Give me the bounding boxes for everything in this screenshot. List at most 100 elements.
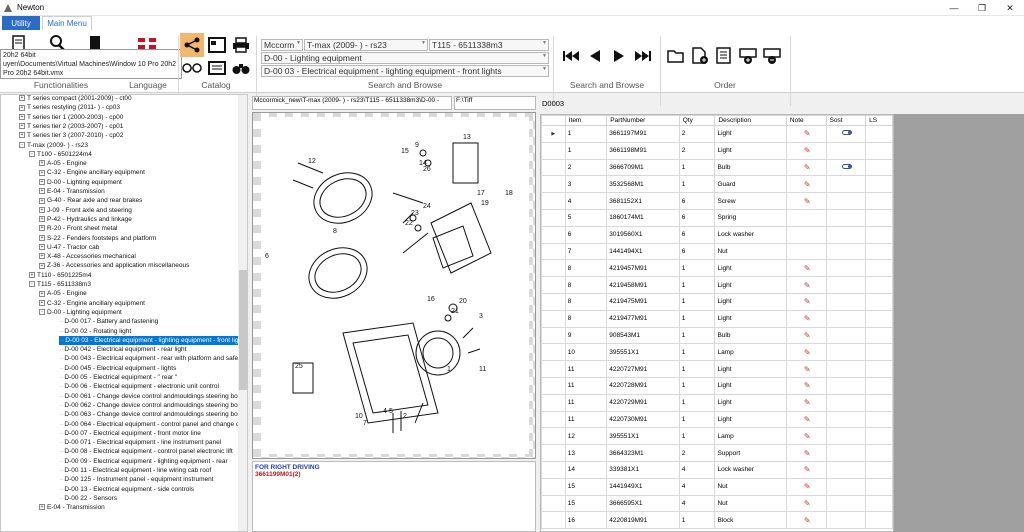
cell-description[interactable]: Guard bbox=[714, 175, 787, 194]
cell-note[interactable]: ✎ bbox=[785, 141, 827, 160]
cell-note[interactable]: ✎ bbox=[785, 511, 827, 530]
cell-partnumber[interactable]: 3532568M1 bbox=[606, 175, 680, 194]
pencil-icon[interactable]: ✎ bbox=[804, 331, 811, 340]
cell-qty[interactable]: 6 bbox=[678, 192, 716, 210]
table-row[interactable]: 15 1441949X1 4 Nut ✎ bbox=[541, 477, 893, 496]
cell-qty[interactable]: 1 bbox=[678, 393, 716, 412]
col-header-qty[interactable]: Qty bbox=[678, 115, 716, 126]
tree-node[interactable]: ··D-00 063 - Change device control andmo… bbox=[59, 410, 245, 419]
cell-description[interactable]: Nut bbox=[714, 494, 787, 513]
pencil-icon[interactable]: ✎ bbox=[804, 163, 811, 172]
cell-description[interactable]: Light bbox=[714, 125, 787, 143]
open-folder-icon[interactable] bbox=[666, 46, 686, 66]
cell-item[interactable]: 11 bbox=[564, 376, 608, 395]
cell-ls[interactable] bbox=[865, 360, 893, 378]
cell-description[interactable]: Light bbox=[714, 259, 787, 278]
collapse-icon[interactable]: - bbox=[39, 309, 45, 316]
pencil-icon[interactable]: ✎ bbox=[804, 465, 811, 474]
tree-node[interactable]: ··D-00 045 - Electrical equipment - ligh… bbox=[59, 364, 176, 373]
cell-qty[interactable]: 1 bbox=[678, 343, 716, 362]
cell-partnumber[interactable]: 4220729M91 bbox=[606, 393, 680, 412]
cell-item[interactable]: 8 bbox=[564, 309, 608, 328]
cell-item[interactable]: 8 bbox=[564, 276, 608, 294]
table-row[interactable]: 7 1441494X1 6 Nut bbox=[541, 242, 893, 261]
tree-node[interactable]: + C-32 - Engine ancillary equipment bbox=[39, 168, 145, 177]
expand-icon[interactable]: + bbox=[19, 95, 25, 102]
cell-ls[interactable] bbox=[865, 175, 893, 194]
callout-number[interactable]: 24 bbox=[423, 203, 431, 210]
pencil-icon[interactable]: ✎ bbox=[804, 398, 811, 407]
cell-sost[interactable] bbox=[825, 326, 867, 345]
pencil-icon[interactable]: ✎ bbox=[804, 516, 811, 525]
remove-line-icon[interactable] bbox=[762, 46, 782, 66]
cell-qty[interactable]: 4 bbox=[678, 494, 716, 513]
expand-icon[interactable]: + bbox=[39, 262, 45, 269]
maximize-button[interactable]: ❐ bbox=[968, 0, 996, 16]
expand-icon[interactable]: + bbox=[29, 271, 35, 278]
pencil-icon[interactable]: ✎ bbox=[804, 432, 811, 441]
cell-qty[interactable]: 1 bbox=[678, 309, 716, 328]
cell-qty[interactable]: 1 bbox=[678, 326, 716, 345]
table-row[interactable]: 12 395551X1 1 Lamp ✎ bbox=[541, 427, 893, 446]
tree-node[interactable]: ··D-00 071 - Electrical equipment - line… bbox=[59, 438, 221, 447]
cell-sost[interactable] bbox=[825, 242, 867, 261]
expand-icon[interactable]: + bbox=[39, 234, 45, 241]
previous-record-icon[interactable] bbox=[588, 48, 602, 64]
expand-icon[interactable]: + bbox=[39, 178, 45, 185]
table-row[interactable]: 11 4220730M91 1 Light ✎ bbox=[541, 410, 893, 429]
cell-item[interactable]: 15 bbox=[564, 477, 608, 496]
tree-scrollbar[interactable] bbox=[238, 95, 247, 531]
cell-note[interactable] bbox=[785, 225, 827, 244]
cell-item[interactable]: 16 bbox=[564, 511, 608, 530]
new-document-icon[interactable] bbox=[690, 46, 710, 66]
table-row[interactable]: 6 3019560X1 6 Lock washer bbox=[541, 225, 893, 244]
row-selector[interactable] bbox=[541, 477, 566, 496]
cell-qty[interactable]: 2 bbox=[678, 125, 716, 143]
callout-number[interactable]: 16 bbox=[427, 296, 435, 303]
col-header-ls[interactable]: LS bbox=[865, 115, 893, 126]
cell-sost[interactable] bbox=[825, 494, 867, 513]
col-header-sost[interactable]: Sost bbox=[825, 115, 867, 126]
row-selector[interactable] bbox=[541, 444, 566, 462]
callout-number[interactable]: 23 bbox=[411, 210, 419, 217]
tree-node[interactable]: + T series tier 3 (2007-2010) - cp02 bbox=[19, 131, 123, 140]
pencil-icon[interactable]: ✎ bbox=[804, 415, 811, 424]
expand-icon[interactable]: + bbox=[19, 123, 25, 130]
cell-sost[interactable] bbox=[825, 192, 867, 210]
cell-item[interactable]: 3 bbox=[564, 175, 608, 194]
callout-number[interactable]: 1 bbox=[447, 366, 451, 373]
row-selector[interactable] bbox=[541, 276, 566, 294]
cell-note[interactable]: ✎ bbox=[785, 326, 827, 345]
cell-sost[interactable] bbox=[825, 427, 867, 446]
cell-item[interactable]: 7 bbox=[564, 242, 608, 261]
cell-note[interactable]: ✎ bbox=[785, 494, 827, 513]
cell-ls[interactable] bbox=[865, 494, 893, 513]
tree-node[interactable]: + S-22 - Fenders footsteps and platform bbox=[39, 234, 156, 243]
tree-node[interactable]: + T series restyling (2011- ) - cp03 bbox=[19, 103, 120, 112]
table-row[interactable]: 14 339381X1 4 Lock washer ✎ bbox=[541, 460, 893, 479]
cell-description[interactable]: Screw bbox=[714, 192, 787, 210]
group-select[interactable]: D-00 - Lighting equipment ▼ bbox=[261, 52, 549, 64]
pencil-icon[interactable]: ✎ bbox=[804, 129, 811, 138]
cell-partnumber[interactable]: 1441494X1 bbox=[606, 242, 680, 261]
row-selector[interactable] bbox=[541, 259, 566, 278]
cell-note[interactable]: ✎ bbox=[785, 477, 827, 496]
tree-node[interactable]: + A-05 - Engine bbox=[39, 159, 87, 168]
pencil-icon[interactable]: ✎ bbox=[804, 197, 811, 206]
cell-ls[interactable] bbox=[865, 427, 893, 446]
pencil-icon[interactable]: ✎ bbox=[804, 499, 811, 508]
print-icon[interactable] bbox=[230, 35, 252, 55]
col-header-item[interactable]: Item bbox=[564, 115, 608, 126]
callout-number[interactable]: 8 bbox=[333, 228, 337, 235]
cell-sost[interactable] bbox=[825, 225, 867, 244]
tree-node[interactable]: + E-04 - Transmission bbox=[39, 503, 105, 512]
first-record-icon[interactable] bbox=[562, 48, 580, 64]
tree-node[interactable]: + E-04 - Transmission bbox=[39, 187, 105, 196]
cell-sost[interactable] bbox=[825, 309, 867, 328]
next-record-icon[interactable] bbox=[612, 48, 626, 64]
expand-icon[interactable]: + bbox=[39, 216, 45, 223]
col-header-partnumber[interactable]: PartNumber bbox=[606, 115, 680, 126]
callout-number[interactable]: 20 bbox=[459, 298, 467, 305]
row-selector[interactable] bbox=[541, 460, 566, 479]
cell-partnumber[interactable]: 3661197M91 bbox=[606, 125, 680, 143]
